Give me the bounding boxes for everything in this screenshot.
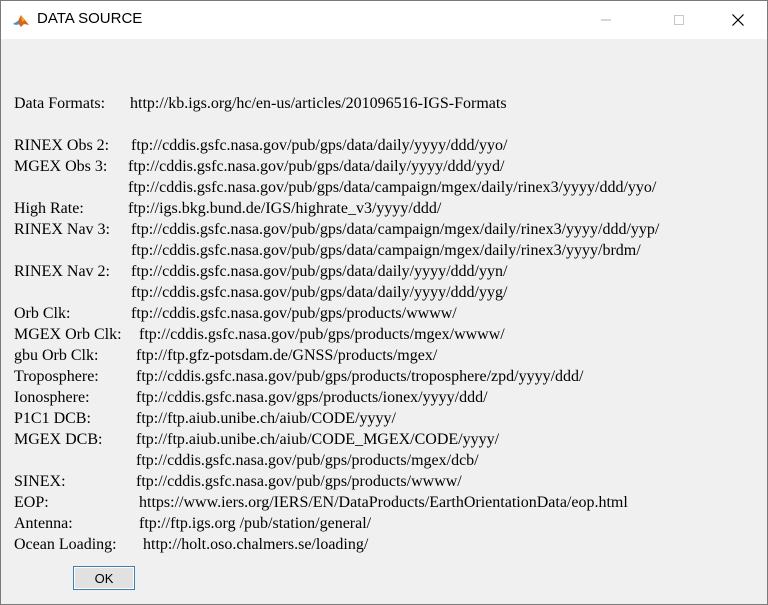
maximize-icon — [674, 15, 684, 25]
ok-button[interactable]: OK — [73, 566, 135, 590]
row-url: https://www.iers.org/IERS/EN/DataProduct… — [139, 494, 628, 511]
row-label: RINEX Obs 2: — [14, 137, 110, 154]
row-label: RINEX Nav 2: — [14, 263, 110, 280]
row-label: Troposphere: — [14, 368, 99, 385]
row-label: Ionosphere: — [14, 389, 90, 406]
row-url: ftp://cddis.gsfc.nasa.gov/pub/gps/produc… — [136, 452, 479, 469]
row-label: Orb Clk: — [14, 305, 71, 322]
dialog-content: Data Formats: http://kb.igs.org/hc/en-us… — [1, 39, 767, 604]
row-url: ftp://cddis.gsfc.nasa.gov/pub/gps/produc… — [131, 305, 457, 322]
row-label: EOP: — [14, 494, 49, 511]
row-url: ftp://cddis.gsfc.nasa.gov/pub/gps/produc… — [139, 326, 505, 343]
row-label: MGEX DCB: — [14, 431, 103, 448]
row-url: ftp://cddis.gsfc.nasa.gov/pub/gps/data/d… — [131, 137, 508, 154]
row-label: P1C1 DCB: — [14, 410, 91, 427]
row-label: Ocean Loading: — [14, 536, 117, 553]
row-url: ftp://cddis.gsfc.nasa.gov/pub/gps/produc… — [136, 473, 462, 490]
minimize-button[interactable] — [583, 1, 629, 39]
window-title: DATA SOURCE — [37, 10, 143, 27]
row-label: MGEX Orb Clk: — [14, 326, 122, 343]
row-label: High Rate: — [14, 200, 84, 217]
row-label: RINEX Nav 3: — [14, 221, 110, 238]
row-url: ftp://cddis.gsfc.nasa.gov/pub/gps/produc… — [136, 368, 584, 385]
row-url: ftp://cddis.gsfc.nasa.gov/pub/gps/data/d… — [128, 158, 505, 175]
row-url: ftp://cddis.gsfc.nasa.gov/pub/gps/data/c… — [131, 221, 660, 238]
row-url: ftp://cddis.gsfc.nasa.gov/pub/gps/data/d… — [131, 284, 508, 301]
row-label: gbu Orb Clk: — [14, 347, 99, 364]
minimize-icon — [601, 19, 611, 21]
row-url: http://holt.oso.chalmers.se/loading/ — [143, 536, 369, 553]
row-url: ftp://cddis.gsfc.nasa.gov/pub/gps/data/c… — [128, 179, 657, 196]
row-url: ftp://ftp.gfz-potsdam.de/GNSS/products/m… — [136, 347, 438, 364]
row-url: ftp://cddis.gsfc.nasa.gov/pub/gps/data/d… — [131, 263, 508, 280]
row-url: ftp://ftp.aiub.unibe.ch/aiub/CODE/yyyy/ — [136, 410, 396, 427]
row-label: MGEX Obs 3: — [14, 158, 108, 175]
data-source-dialog: DATA SOURCE Data Formats: http://kb.igs.… — [0, 0, 768, 605]
row-url: ftp://igs.bkg.bund.de/IGS/highrate_v3/yy… — [128, 200, 442, 217]
matlab-icon — [12, 12, 30, 30]
row-label: SINEX: — [14, 473, 66, 490]
row-url: ftp://cddis.gsfc.nasa.gov/pub/gps/data/c… — [131, 242, 641, 259]
maximize-button[interactable] — [656, 1, 702, 39]
title-bar[interactable]: DATA SOURCE — [1, 1, 767, 39]
row-url: ftp://ftp.aiub.unibe.ch/aiub/CODE_MGEX/C… — [136, 431, 500, 448]
formats-label: Data Formats: — [14, 95, 106, 112]
row-url: ftp://ftp.igs.org /pub/station/general/ — [139, 515, 372, 532]
row-url: ftp://cddis.gsfc.nasa.gov/gps/products/i… — [136, 389, 488, 406]
row-label: Antenna: — [14, 515, 73, 532]
close-button[interactable] — [715, 1, 761, 39]
close-icon — [732, 14, 744, 26]
formats-url: http://kb.igs.org/hc/en-us/articles/2010… — [130, 95, 507, 112]
